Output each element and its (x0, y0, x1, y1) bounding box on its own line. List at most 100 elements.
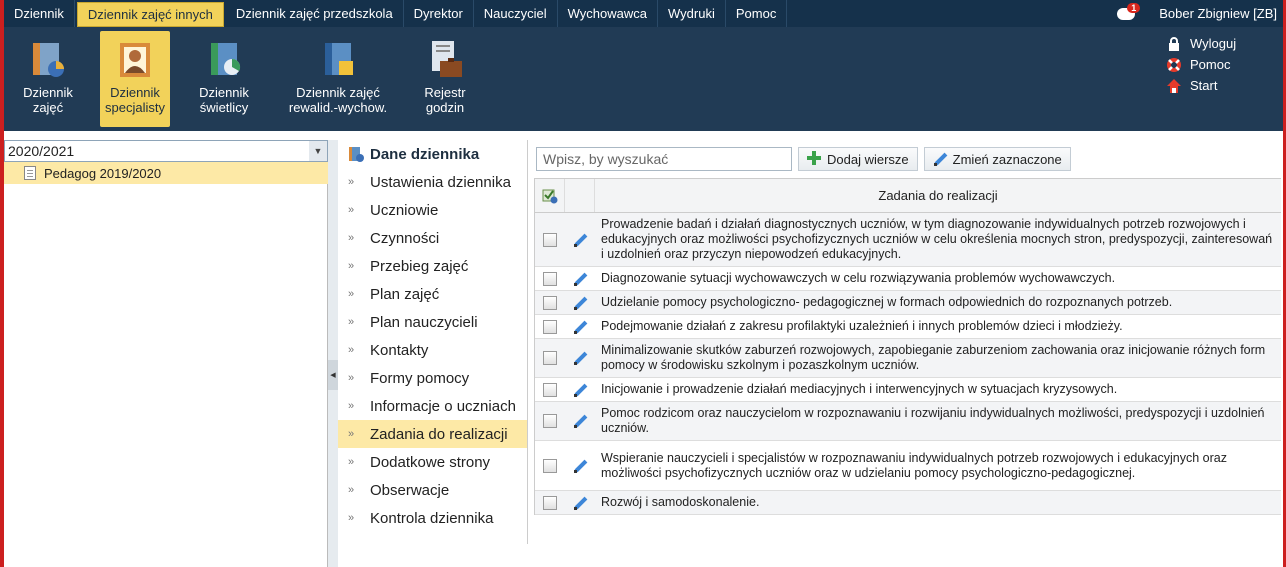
tree-item-journal[interactable]: Pedagog 2019/2020 (4, 162, 328, 184)
start-link[interactable]: Start (1166, 75, 1236, 96)
nav-item[interactable]: » Czynności (338, 224, 527, 252)
grid-header-tasks: Zadania do realizacji (878, 188, 998, 203)
menu-tab-wychowawca[interactable]: Wychowawca (558, 0, 659, 27)
nav-item[interactable]: » Przebieg zajęć (338, 252, 527, 280)
row-checkbox[interactable] (543, 382, 557, 397)
table-row[interactable]: Pomoc rodzicom oraz nauczycielom w rozpo… (535, 402, 1281, 441)
pencil-icon[interactable] (573, 233, 587, 247)
row-checkbox[interactable] (543, 458, 557, 473)
table-row[interactable]: Minimalizowanie skutków zaburzeń rozwojo… (535, 339, 1281, 378)
menu-tab-pomoc[interactable]: Pomoc (726, 0, 788, 27)
pencil-icon[interactable] (573, 383, 587, 397)
pencil-icon[interactable] (573, 496, 587, 510)
pencil-icon[interactable] (573, 459, 587, 473)
row-checkbox[interactable] (543, 414, 557, 428)
nav-item[interactable]: » Formy pomocy (338, 364, 527, 392)
row-checkbox[interactable] (543, 232, 557, 247)
chevron-down-icon[interactable]: ▼ (309, 141, 327, 161)
menu-tab-dziennik-przedszkola[interactable]: Dziennik zajęć przedszkola (226, 0, 404, 27)
nav-item-label: Dodatkowe strony (370, 453, 491, 471)
nav-item-label: Kontrola dziennika (370, 509, 494, 527)
row-edit-cell (565, 267, 595, 290)
grid-body: Prowadzenie badań i działań diagnostyczn… (535, 213, 1281, 515)
toolbar-button-dziennik-swietlicy[interactable]: Dziennik świetlicy (190, 31, 258, 127)
nav-item[interactable]: » Kontakty (338, 336, 527, 364)
row-checkbox[interactable] (543, 271, 557, 286)
table-row[interactable]: Prowadzenie badań i działań diagnostyczn… (535, 213, 1281, 267)
menu-tab-dziennik[interactable]: Dziennik (4, 0, 75, 27)
school-year-select[interactable]: 2020/2021 ▼ (4, 140, 328, 162)
select-all-icon[interactable] (535, 179, 565, 212)
menu-tab-dziennik-zajec-innych[interactable]: Dziennik zajęć innych (76, 2, 224, 27)
nav-item[interactable]: » Informacje o uczniach (338, 392, 527, 420)
nav-item-label: Informacje o uczniach (370, 397, 516, 415)
toolbar-label: świetlicy (199, 100, 249, 115)
table-row[interactable]: Udzielanie pomocy psychologiczno- pedago… (535, 291, 1281, 315)
nav-item[interactable]: » Ustawienia dziennika (338, 168, 527, 196)
pencil-icon[interactable] (573, 351, 587, 365)
toolbar-label: rewalid.-wychow. (288, 100, 388, 115)
task-text: Inicjowanie i prowadzenie działań mediac… (601, 382, 1118, 396)
table-row[interactable]: Diagnozowanie sytuacji wychowawczych w c… (535, 267, 1281, 291)
nav-item-label: Ustawienia dziennika (370, 173, 511, 191)
task-text: Wspieranie nauczycieli i specjalistów w … (601, 450, 1227, 480)
row-checkbox[interactable] (543, 295, 557, 310)
user-name[interactable]: Bober Zbigniew [ZB] (1147, 0, 1283, 27)
toolbar-button-dziennik-zajec[interactable]: Dziennik zajęć (14, 31, 82, 127)
table-row[interactable]: Inicjowanie i prowadzenie działań mediac… (535, 378, 1281, 402)
quick-links: Wyloguj Pomoc Start (1166, 33, 1236, 96)
nav-item-label: Plan zajęć (370, 285, 440, 303)
panel-splitter[interactable]: ◀ (328, 140, 338, 567)
nav-item[interactable]: » Kontrola dziennika (338, 504, 527, 532)
document-icon (24, 166, 36, 180)
toolbar-button-dziennik-specjalisty[interactable]: Dziennik specjalisty (100, 31, 170, 127)
add-rows-button[interactable]: Dodaj wiersze (798, 147, 918, 171)
row-checkbox-cell (535, 378, 565, 401)
edit-selected-label: Zmień zaznaczone (952, 151, 1062, 167)
menu-tab-wydruki[interactable]: Wydruki (658, 0, 726, 27)
task-text: Rozwój i samodoskonalenie. (601, 495, 760, 509)
search-input[interactable]: Wpisz, by wyszukać (536, 147, 792, 171)
journal-icon (29, 39, 67, 79)
row-edit-cell (565, 402, 595, 440)
messages-button[interactable]: 1 (1105, 0, 1147, 27)
row-checkbox[interactable] (543, 351, 557, 365)
row-checkbox[interactable] (543, 319, 557, 334)
pencil-icon[interactable] (573, 414, 587, 428)
nav-item[interactable]: » Dodatkowe strony (338, 448, 527, 476)
toolbar-label: Dziennik (110, 85, 160, 100)
menu-tab-dyrektor[interactable]: Dyrektor (404, 0, 474, 27)
table-row[interactable]: Rozwój i samodoskonalenie. (535, 491, 1281, 515)
row-checkbox[interactable] (543, 495, 557, 510)
chevron-right-icon: » (348, 232, 355, 244)
nav-item[interactable]: » Plan zajęć (338, 280, 527, 308)
nav-item-label: Zadania do realizacji (370, 425, 508, 443)
pencil-icon[interactable] (573, 272, 587, 286)
menu-tab-nauczyciel[interactable]: Nauczyciel (474, 0, 558, 27)
home-icon (1166, 78, 1182, 94)
toolbar-button-dziennik-rewalid[interactable]: Dziennik zajęć rewalid.-wychow. (282, 31, 394, 127)
nav-item[interactable]: » Obserwacje (338, 476, 527, 504)
nav-item-label: Przebieg zajęć (370, 257, 469, 275)
toolbar-label: Rejestr (424, 85, 466, 100)
edit-selected-button[interactable]: Zmień zaznaczone (923, 147, 1071, 171)
nav-item-label: Formy pomocy (370, 369, 470, 387)
pencil-icon[interactable] (573, 296, 587, 310)
chevron-right-icon: » (348, 344, 355, 356)
logout-link[interactable]: Wyloguj (1166, 33, 1236, 54)
rehab-journal-icon (319, 39, 357, 79)
table-row[interactable]: Podejmowanie działań z zakresu profilakt… (535, 315, 1281, 339)
nav-item[interactable]: » Uczniowie (338, 196, 527, 224)
help-link[interactable]: Pomoc (1166, 54, 1236, 75)
pencil-icon[interactable] (573, 320, 587, 334)
collapse-arrow-icon[interactable]: ◀ (328, 360, 338, 390)
nav-item[interactable]: » Zadania do realizacji (338, 420, 527, 448)
chevron-right-icon: » (348, 512, 355, 524)
help-label: Pomoc (1190, 57, 1231, 72)
nav-item[interactable]: » Plan nauczycieli (338, 308, 527, 336)
nav-header-label: Dane dziennika (370, 145, 480, 163)
chevron-right-icon: » (348, 400, 355, 412)
row-edit-cell (565, 441, 595, 490)
table-row[interactable]: Wspieranie nauczycieli i specjalistów w … (535, 441, 1281, 491)
toolbar-button-rejestr-godzin[interactable]: Rejestr godzin (418, 31, 472, 127)
